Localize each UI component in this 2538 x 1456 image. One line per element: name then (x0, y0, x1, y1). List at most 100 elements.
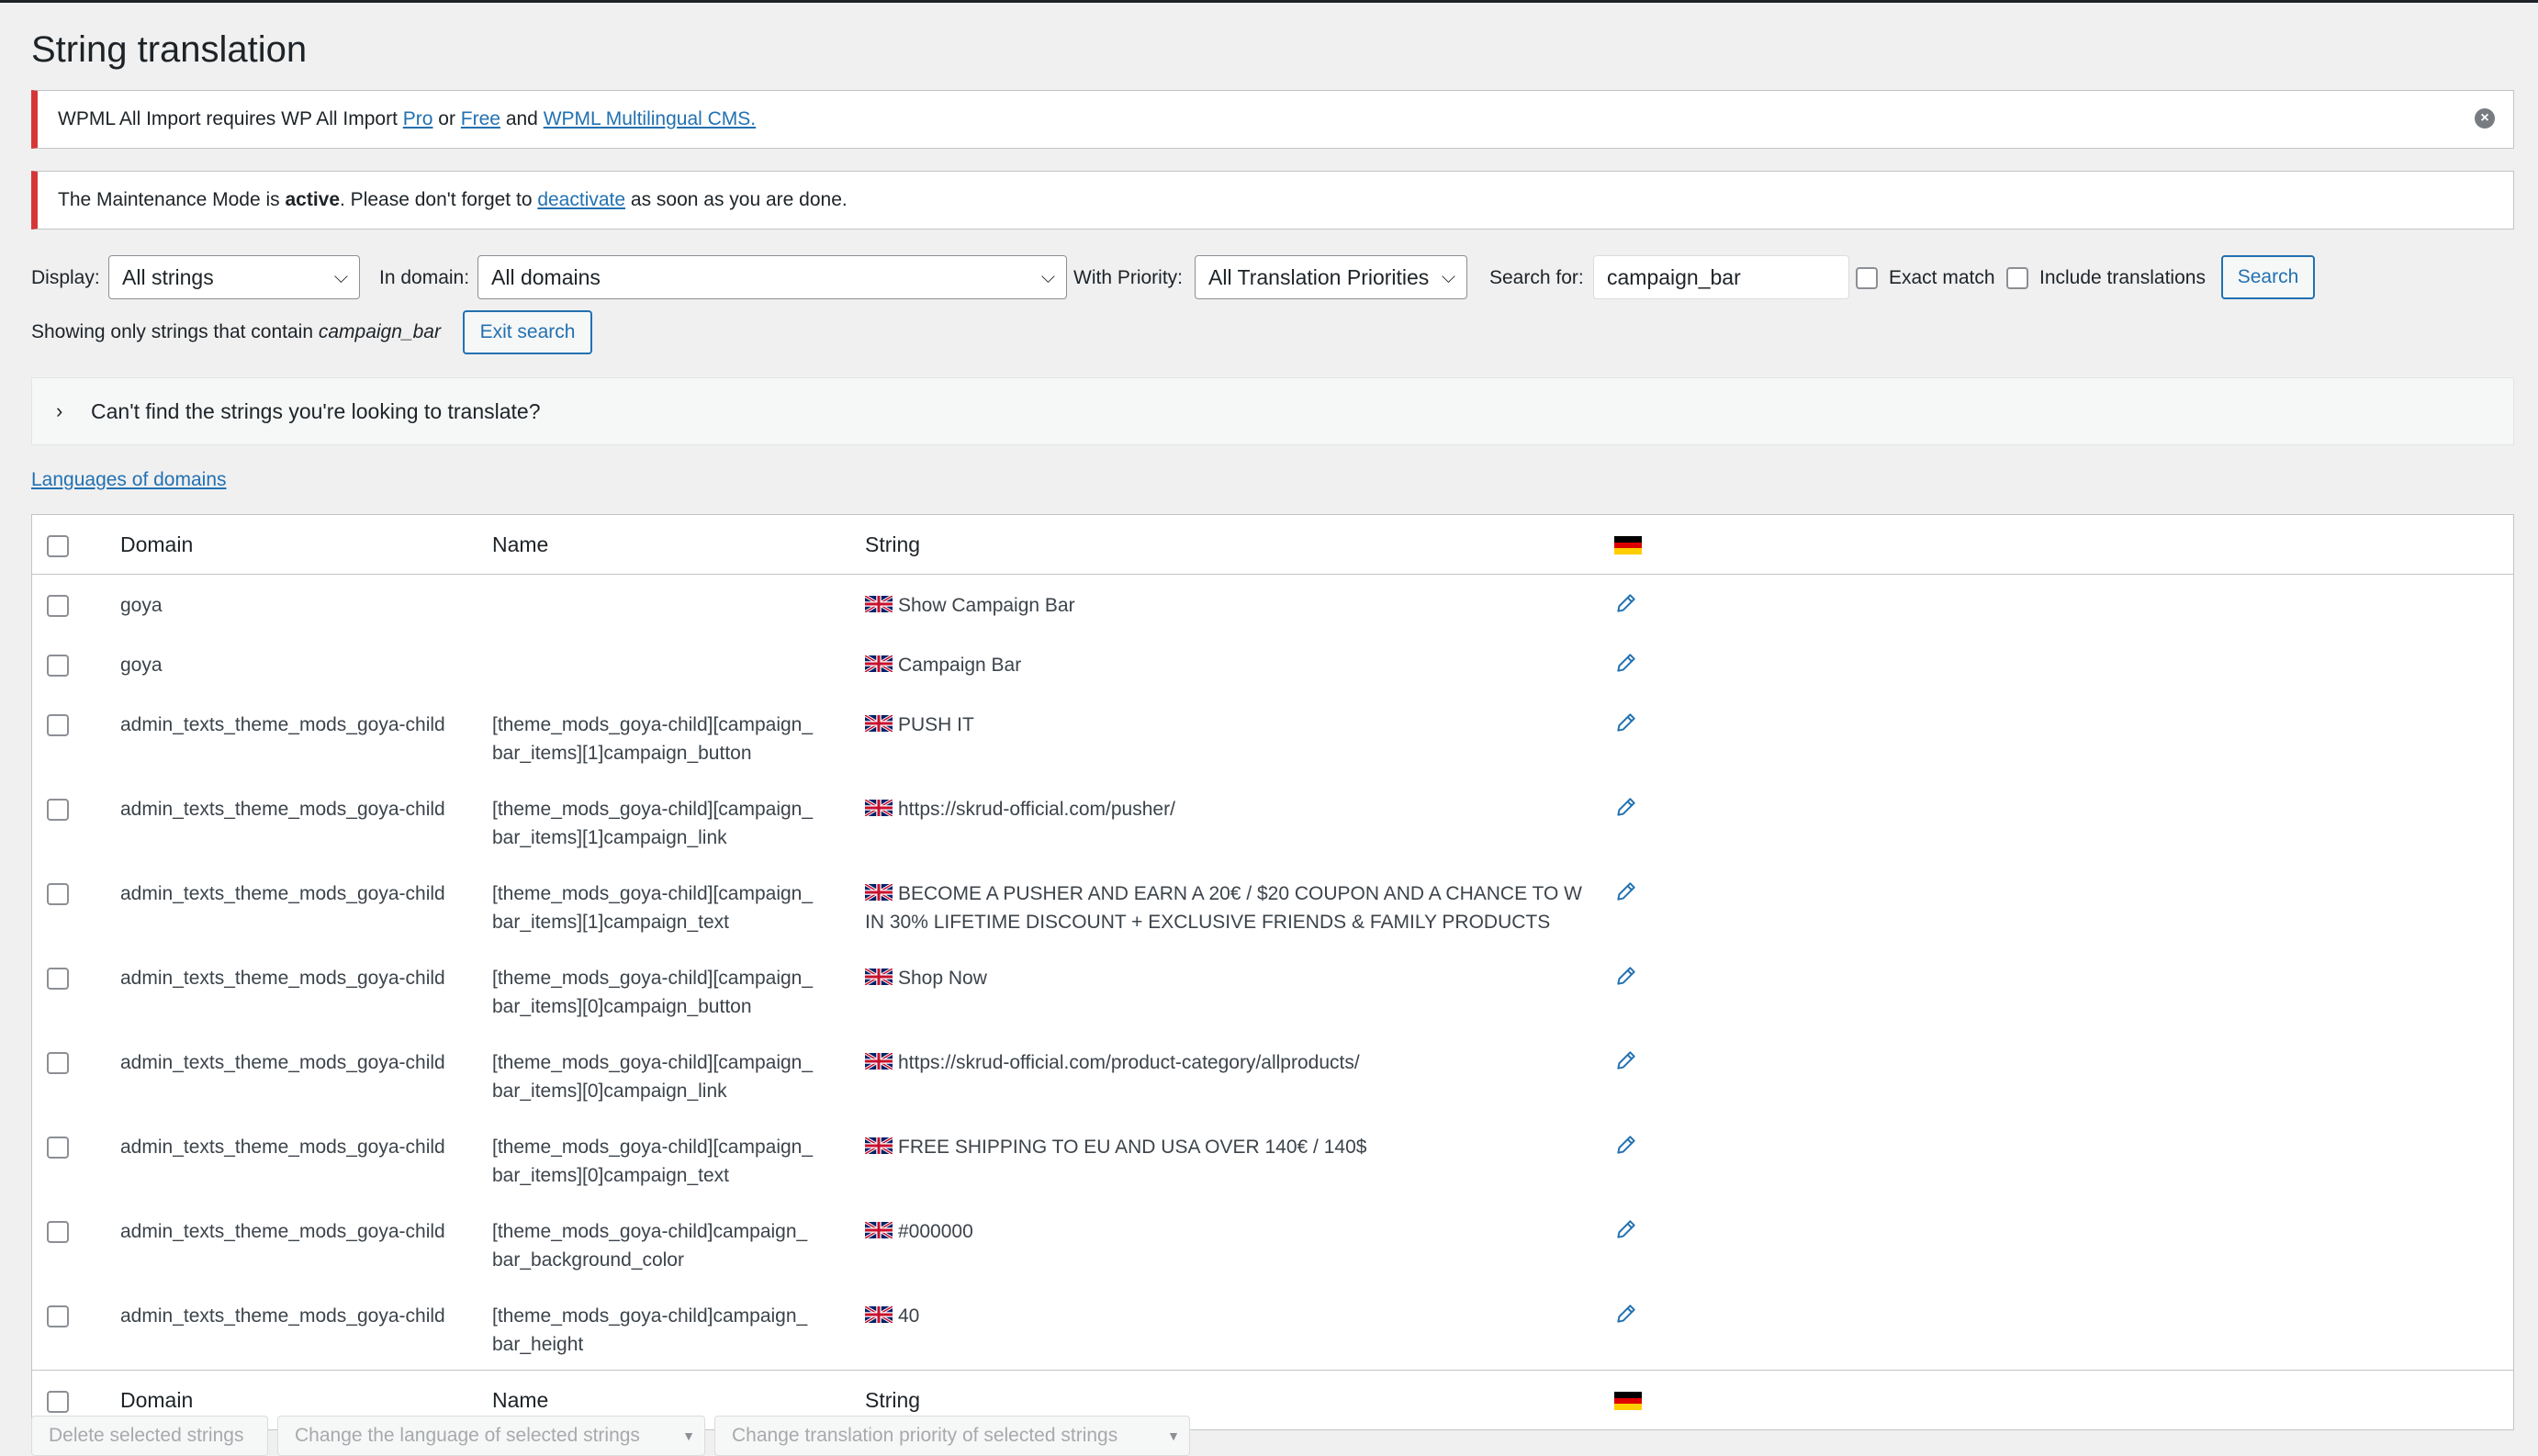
row-string: Show Campaign Bar (865, 575, 1614, 635)
row-string-line: Show Campaign Bar (865, 591, 1614, 620)
row-checkbox[interactable] (47, 883, 69, 905)
row-name: [theme_mods_goya-child]campaign_ bar_back… (492, 1201, 865, 1285)
select-all-cell (31, 514, 120, 575)
row-name-line: bar_items][1]campaign_button (492, 743, 752, 764)
row-checkbox[interactable] (47, 1137, 69, 1159)
table-row: admin_texts_theme_mods_goya-child [theme… (32, 1201, 2514, 1285)
pencil-icon[interactable] (1614, 1302, 1638, 1326)
domain-select[interactable]: All domains ⌵ (477, 255, 1067, 299)
pencil-icon[interactable] (1614, 1217, 1638, 1241)
domain-label: In domain: (379, 267, 470, 288)
row-string-text: https://skrud-official.com/pusher/ (898, 799, 1175, 820)
languages-of-domains-link[interactable]: Languages of domains (31, 469, 227, 491)
search-input[interactable]: campaign_bar (1593, 255, 1849, 299)
select-all-checkbox[interactable] (47, 535, 69, 558)
row-string-text: FREE SHIPPING TO EU AND USA OVER 140€ / … (898, 1137, 1367, 1158)
row-string-line: Campaign Bar (865, 651, 1614, 679)
uk-flag-icon (865, 1137, 893, 1154)
row-checkbox[interactable] (47, 1305, 69, 1327)
search-status-term: campaign_bar (318, 321, 441, 342)
pencil-icon[interactable] (1614, 879, 1638, 903)
pencil-icon[interactable] (1614, 651, 1638, 675)
filters-bar: Display: All strings ⌵ In domain: All do… (31, 255, 2514, 301)
row-checkbox[interactable] (47, 655, 69, 677)
name-header[interactable]: Name (492, 514, 865, 575)
chevron-down-icon: ⌵ (333, 267, 348, 287)
row-string-text: BECOME A PUSHER AND EARN A 20€ / $20 COU… (898, 883, 1582, 904)
row-checkbox[interactable] (47, 595, 69, 617)
row-name: [theme_mods_goya-child][campaign_ bar_ite… (492, 1032, 865, 1116)
row-name (492, 575, 865, 635)
include-translations-checkbox[interactable] (2006, 267, 2028, 289)
string-header[interactable]: String (865, 514, 1614, 575)
priority-select[interactable]: All Translation Priorities ⌵ (1195, 255, 1467, 299)
pencil-icon[interactable] (1614, 711, 1638, 734)
row-name-line: [theme_mods_goya-child][campaign_ (492, 883, 814, 904)
notice-text: WPML All Import requires WP All Import (58, 108, 403, 129)
free-link[interactable]: Free (461, 108, 500, 129)
row-edit-cell (1614, 634, 2514, 694)
table-row: admin_texts_theme_mods_goya-child [theme… (32, 1116, 2514, 1201)
change-language-select[interactable]: Change the language of selected strings ▼ (277, 1416, 705, 1456)
row-name: [theme_mods_goya-child][campaign_ bar_ite… (492, 1116, 865, 1201)
pro-link[interactable]: Pro (403, 108, 433, 129)
notice-text: as soon as you are done. (625, 189, 848, 210)
notice-text: or (432, 108, 461, 129)
top-border (0, 0, 2538, 3)
change-language-label: Change the language of selected strings (295, 1425, 640, 1446)
help-panel-text: Can't find the strings you're looking to… (91, 399, 541, 423)
uk-flag-icon (865, 596, 893, 612)
row-string: FREE SHIPPING TO EU AND USA OVER 140€ / … (865, 1116, 1614, 1201)
pencil-icon[interactable] (1614, 964, 1638, 988)
row-string-line: BECOME A PUSHER AND EARN A 20€ / $20 COU… (865, 879, 1614, 908)
pencil-icon[interactable] (1614, 795, 1638, 819)
table-row: admin_texts_theme_mods_goya-child [theme… (32, 863, 2514, 947)
table-row: admin_texts_theme_mods_goya-child [theme… (32, 947, 2514, 1032)
exact-match-checkbox[interactable] (1856, 267, 1878, 289)
select-all-checkbox[interactable] (47, 1391, 69, 1414)
row-edit-cell (1614, 863, 2514, 947)
deactivate-link[interactable]: deactivate (537, 189, 625, 210)
row-checkbox-cell (32, 575, 121, 635)
strings-table: Domain Name String goya Show Campaign Ba… (31, 514, 2514, 1430)
uk-flag-icon (865, 969, 893, 985)
priority-label: With Priority: (1073, 267, 1184, 288)
close-circle-icon[interactable]: × (2475, 108, 2495, 129)
row-string-line: PUSH IT (865, 711, 1614, 739)
change-priority-select[interactable]: Change translation priority of selected … (714, 1416, 1190, 1456)
row-name-line: [theme_mods_goya-child]campaign_ (492, 1305, 808, 1327)
table-row: admin_texts_theme_mods_goya-child [theme… (32, 1032, 2514, 1116)
pencil-icon[interactable] (1614, 1133, 1638, 1157)
row-string-line: https://skrud-official.com/product-categ… (865, 1048, 1614, 1077)
row-edit-cell (1614, 575, 2514, 635)
search-button[interactable]: Search (2221, 255, 2315, 299)
row-string-text: #000000 (898, 1221, 973, 1242)
row-checkbox[interactable] (47, 1221, 69, 1243)
exit-search-button[interactable]: Exit search (463, 310, 592, 354)
row-string: BECOME A PUSHER AND EARN A 20€ / $20 COU… (865, 863, 1614, 947)
row-domain: admin_texts_theme_mods_goya-child (120, 1052, 445, 1073)
row-edit-cell (1614, 1032, 2514, 1116)
table-row: admin_texts_theme_mods_goya-child [theme… (32, 1285, 2514, 1371)
row-string-line: https://skrud-official.com/pusher/ (865, 795, 1614, 823)
pencil-icon[interactable] (1614, 1048, 1638, 1072)
row-checkbox[interactable] (47, 1052, 69, 1074)
row-name-line: [theme_mods_goya-child][campaign_ (492, 1137, 814, 1158)
display-select[interactable]: All strings ⌵ (108, 255, 360, 299)
row-name-line: bar_items][1]campaign_text (492, 912, 729, 933)
pencil-icon[interactable] (1614, 591, 1638, 615)
table-header-row: Domain Name String (31, 514, 2514, 575)
row-checkbox[interactable] (47, 968, 69, 990)
domain-header[interactable]: Domain (120, 514, 492, 575)
row-checkbox[interactable] (47, 714, 69, 736)
uk-flag-icon (865, 1053, 893, 1070)
row-name-line: [theme_mods_goya-child][campaign_ (492, 968, 814, 989)
row-checkbox[interactable] (47, 799, 69, 821)
row-checkbox-cell (32, 1285, 121, 1371)
row-string-text: Show Campaign Bar (898, 595, 1075, 616)
delete-selected-button[interactable]: Delete selected strings (31, 1416, 268, 1456)
uk-flag-icon (865, 1306, 893, 1323)
wpml-link[interactable]: WPML Multilingual CMS. (544, 108, 756, 129)
help-panel[interactable]: › Can't find the strings you're looking … (31, 377, 2514, 445)
uk-flag-icon (865, 655, 893, 672)
